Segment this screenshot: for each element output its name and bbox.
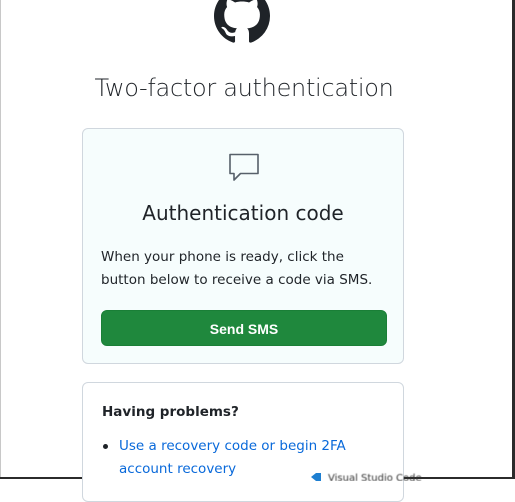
- taskbar-tooltip: Visual Studio Code: [310, 471, 510, 481]
- authentication-code-heading: Authentication code: [142, 201, 344, 225]
- chat-bubble-icon: [229, 153, 259, 181]
- page-title: Two-factor authentication: [94, 74, 394, 102]
- sms-instructions: When your phone is ready, click the butt…: [101, 249, 373, 288]
- visual-studio-code-icon: [311, 473, 321, 481]
- window-left-edge: [0, 0, 1, 479]
- bullet-icon: [103, 444, 108, 449]
- tooltip-text: Visual Studio Code: [328, 473, 422, 481]
- github-logo-icon[interactable]: [214, 0, 270, 44]
- send-sms-button[interactable]: Send SMS: [101, 310, 387, 346]
- having-problems-panel: Having problems? Use a recovery code or …: [82, 382, 404, 502]
- authentication-code-panel: Authentication code When your phone is r…: [82, 128, 404, 364]
- having-problems-heading: Having problems?: [102, 404, 239, 420]
